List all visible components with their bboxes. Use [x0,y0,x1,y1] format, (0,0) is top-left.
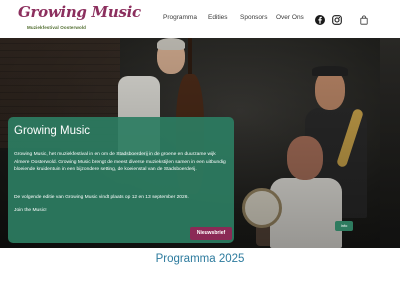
intro-card: Growing Music Growing Music, het muziekf… [8,117,234,243]
instagram-icon[interactable] [332,12,342,25]
programme-heading: Programma 2025 [155,253,245,265]
card-paragraph-dates: De volgende editie van Growing Music vin… [14,195,189,200]
facebook-icon[interactable] [315,12,325,25]
hero-small-button[interactable]: Info [335,221,353,231]
nav-item-sponsors[interactable]: Sponsors [240,14,267,21]
nav-item-edities[interactable]: Edities [208,14,228,21]
card-paragraph-intro: Growing Music, het muziekfestival in en … [14,152,226,173]
nav-item-programma[interactable]: Programma [163,14,197,21]
card-title: Growing Music [14,125,91,137]
nav-item-over-ons[interactable]: Over Ons [276,14,304,21]
page-bottom [0,295,400,300]
shopping-bag-icon[interactable] [359,12,369,25]
newsletter-button[interactable]: Nieuwsbrief [190,227,232,240]
site-header: Growing Music Muziekfestival Oosterwold … [0,0,400,38]
card-paragraph-join: Join the Music! [14,208,47,213]
newsletter-button-label: Nieuwsbrief [196,230,226,236]
hero-small-button-label: Info [340,223,348,228]
